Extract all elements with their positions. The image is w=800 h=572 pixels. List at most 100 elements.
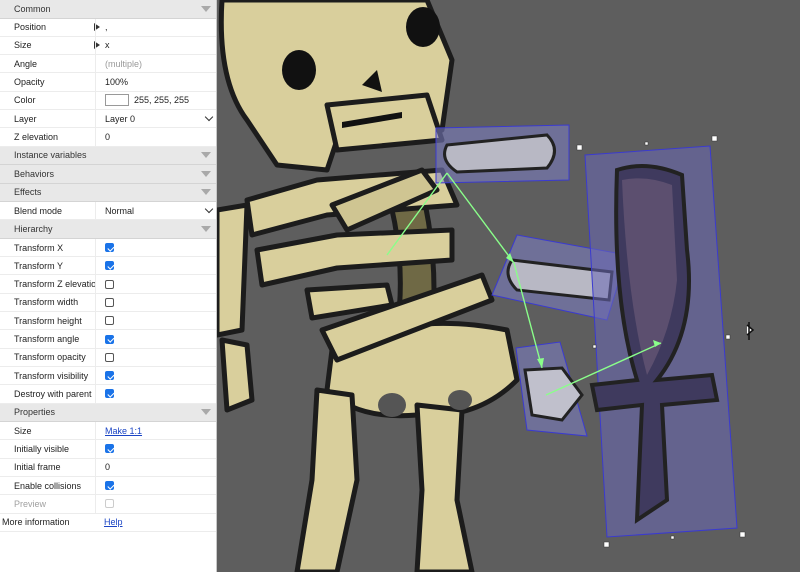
layer-select[interactable]: Layer 0 bbox=[95, 109, 216, 128]
prop-layer[interactable]: Layer Layer 0 bbox=[0, 109, 216, 129]
section-common-title: Common bbox=[14, 3, 51, 14]
prop-label: Opacity bbox=[14, 77, 45, 88]
layer-value: Layer 0 bbox=[105, 113, 136, 124]
hierarchy-checkbox[interactable] bbox=[105, 279, 114, 289]
collapse-icon[interactable] bbox=[201, 409, 211, 416]
section-title: Behaviors bbox=[14, 168, 55, 179]
hierarchy-item[interactable]: Transform angle bbox=[0, 330, 216, 349]
prop-label: Angle bbox=[14, 58, 38, 69]
hierarchy-item-label: Transform opacity bbox=[14, 352, 86, 363]
section-common[interactable]: Common bbox=[0, 0, 216, 19]
collapse-icon[interactable] bbox=[201, 152, 211, 159]
prop-label: Size bbox=[14, 425, 32, 436]
prop-position[interactable]: Position, bbox=[0, 18, 216, 37]
hierarchy-checkbox[interactable] bbox=[105, 352, 114, 362]
size-value: x bbox=[105, 40, 110, 51]
prop-angle[interactable]: Angle (multiple) bbox=[0, 55, 216, 74]
hierarchy-item[interactable]: Transform height bbox=[0, 312, 216, 331]
hierarchy-item[interactable]: Transform Z elevation bbox=[0, 275, 216, 294]
hierarchy-item-label: Transform width bbox=[14, 297, 79, 308]
hierarchy-item-label: Transform X bbox=[14, 242, 64, 253]
collapse-icon[interactable] bbox=[201, 5, 211, 12]
collapse-icon[interactable] bbox=[201, 189, 211, 196]
hierarchy-item-value bbox=[95, 257, 216, 275]
hierarchy-item[interactable]: Transform width bbox=[0, 293, 216, 313]
section-title: Instance variables bbox=[14, 150, 87, 161]
prop-color[interactable]: Color 255, 255, 255 bbox=[0, 91, 216, 110]
position-value: , bbox=[105, 22, 108, 33]
hierarchy-item-value bbox=[95, 330, 216, 348]
color-swatch[interactable] bbox=[105, 94, 129, 107]
prop-label: Position bbox=[14, 22, 47, 33]
layout-canvas[interactable] bbox=[217, 0, 800, 572]
prop-blend-mode[interactable]: Blend mode Normal bbox=[0, 202, 216, 221]
prop-initially-visible[interactable]: Initially visible bbox=[0, 440, 216, 459]
section-title: Properties bbox=[14, 407, 56, 418]
hierarchy-item-value bbox=[95, 293, 216, 312]
prop-opacity[interactable]: Opacity 100% bbox=[0, 73, 216, 92]
z-elevation-input[interactable]: 0 bbox=[105, 132, 110, 142]
hierarchy-item-label: Transform angle bbox=[14, 334, 80, 344]
prop-preview: Preview bbox=[0, 495, 216, 514]
properties-panel: Common Position, Size x Angle (multiple) O… bbox=[0, 0, 217, 572]
section-instance-variables[interactable]: Instance variables bbox=[0, 146, 216, 166]
collapse-icon[interactable] bbox=[201, 226, 211, 233]
hierarchy-item[interactable]: Destroy with parent bbox=[0, 385, 216, 404]
enable-collisions-checkbox[interactable] bbox=[105, 481, 114, 491]
prop-label: Enable collisions bbox=[14, 480, 82, 491]
prop-label: Z elevation bbox=[14, 131, 59, 142]
chevron-down-icon bbox=[204, 204, 214, 214]
prop-label: Size bbox=[14, 40, 32, 51]
hierarchy-item[interactable]: Transform visibility bbox=[0, 366, 216, 386]
prop-object-size[interactable]: Size Make 1:1 bbox=[0, 422, 216, 441]
prop-size[interactable]: Size x bbox=[0, 36, 216, 56]
hierarchy-item-label: Transform visibility bbox=[14, 370, 89, 381]
section-effects[interactable]: Effects bbox=[0, 183, 216, 203]
hierarchy-checkbox[interactable] bbox=[105, 316, 114, 326]
section-properties[interactable]: Properties bbox=[0, 403, 216, 423]
hierarchy-item[interactable]: Transform Y bbox=[0, 257, 216, 276]
prop-initial-frame[interactable]: Initial frame 0 bbox=[0, 458, 216, 477]
hierarchy-checkbox[interactable] bbox=[105, 261, 114, 271]
scene-view[interactable] bbox=[217, 0, 800, 572]
hierarchy-item-value bbox=[95, 366, 216, 385]
selected-sword[interactable] bbox=[584, 145, 738, 538]
hierarchy-checkbox[interactable] bbox=[105, 334, 114, 344]
prop-label: Layer bbox=[14, 113, 37, 124]
hierarchy-checkbox[interactable] bbox=[105, 297, 114, 307]
hierarchy-item-value bbox=[95, 348, 216, 366]
hierarchy-checkbox[interactable] bbox=[105, 243, 114, 253]
hierarchy-item-value bbox=[95, 238, 216, 257]
prop-label: Blend mode bbox=[14, 205, 63, 216]
help-link[interactable]: Help bbox=[104, 517, 123, 527]
hierarchy-item-label: Transform height bbox=[14, 315, 82, 326]
color-value: 255, 255, 255 bbox=[134, 95, 190, 106]
hierarchy-item[interactable]: Transform opacity bbox=[0, 348, 216, 367]
section-title: Hierarchy bbox=[14, 224, 53, 235]
hierarchy-checkbox[interactable] bbox=[105, 389, 114, 399]
hierarchy-checkbox[interactable] bbox=[105, 371, 114, 381]
hierarchy-item-value bbox=[95, 385, 216, 403]
collapse-icon[interactable] bbox=[201, 170, 211, 177]
more-information-row: More information Help bbox=[0, 514, 216, 532]
prop-z-elevation[interactable]: Z elevation 0 bbox=[0, 128, 216, 147]
prop-label: Initially visible bbox=[14, 443, 70, 454]
section-title: Effects bbox=[14, 187, 42, 198]
hierarchy-item-label: Transform Y bbox=[14, 260, 64, 271]
initial-frame-input[interactable]: 0 bbox=[105, 462, 110, 472]
opacity-input[interactable]: 100% bbox=[105, 77, 128, 87]
hierarchy-item[interactable]: Transform X bbox=[0, 238, 216, 258]
section-hierarchy[interactable]: Hierarchy bbox=[0, 220, 216, 239]
make-1-1-link[interactable]: Make 1:1 bbox=[105, 426, 142, 436]
blend-mode-select[interactable]: Normal bbox=[95, 202, 216, 220]
hierarchy-item-value bbox=[95, 275, 216, 293]
initially-visible-checkbox[interactable] bbox=[105, 444, 114, 454]
angle-input[interactable]: (multiple) bbox=[105, 59, 142, 69]
section-behaviors[interactable]: Behaviors bbox=[0, 165, 216, 184]
selected-upper-arm[interactable] bbox=[435, 124, 570, 184]
prop-label: Color bbox=[14, 95, 36, 106]
prop-enable-collisions[interactable]: Enable collisions bbox=[0, 476, 216, 496]
blend-value: Normal bbox=[105, 205, 135, 216]
more-info-label: More information bbox=[2, 517, 70, 528]
chevron-down-icon bbox=[204, 112, 214, 122]
